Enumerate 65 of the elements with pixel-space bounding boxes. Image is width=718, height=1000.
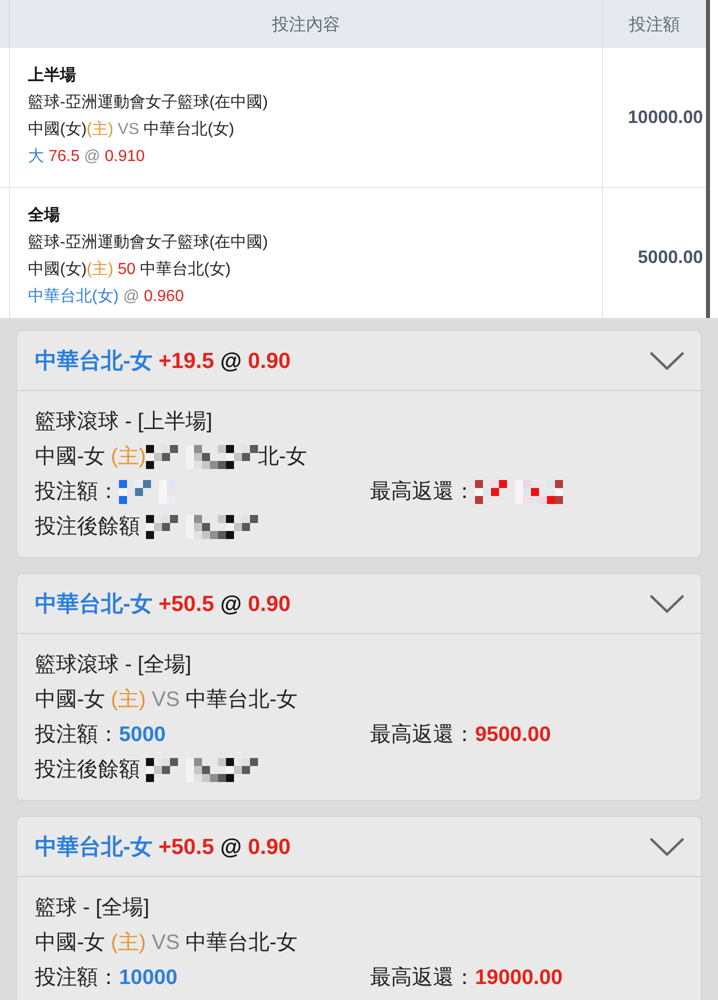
bet-text: 投注後餘額 [35, 758, 140, 781]
bet-text: 投注額： [35, 480, 119, 503]
muted-text: @ [123, 288, 140, 305]
bet-text: 籃球滾球 - [全場] [35, 653, 192, 676]
figure-text: +50.5 [158, 834, 214, 858]
figure-text: 19000.00 [475, 966, 563, 989]
muted-text: VS [152, 931, 180, 954]
bet-text: 中華台北-女 [186, 931, 298, 954]
bet-text: 中國(女) [28, 121, 87, 138]
figure-text: +50.5 [158, 590, 214, 616]
period-label: 上半場 [28, 67, 76, 84]
home-tag: (主) [110, 931, 146, 954]
bet-text: 中華台北(女) [140, 261, 231, 278]
figure-text: 0.90 [248, 834, 291, 858]
home-tag: (主) [86, 261, 114, 278]
bet-text: 中國-女 [35, 931, 105, 954]
scrollbar-thumb[interactable] [706, 0, 710, 318]
stake-amount: 5000.00 [638, 247, 703, 268]
bet-text: 投注額： [35, 723, 119, 746]
bet-text: 籃球-亞洲運動會女子籃球(在中國) [28, 94, 268, 111]
bet-text: 中華台北(女) [144, 121, 234, 138]
figure-text: 0.960 [144, 288, 184, 305]
home-tag: (主) [110, 445, 146, 468]
muted-text: VS [152, 688, 180, 711]
stake-amount: 10000.00 [628, 107, 703, 128]
figure-text: 9500.00 [475, 723, 551, 746]
bet-text: @ [220, 590, 242, 616]
bet-text: 投注額： [35, 966, 119, 989]
bet-text: 最高返還： [370, 480, 475, 503]
home-tag: (主) [86, 121, 114, 138]
bet-text: 中國-女 [35, 445, 105, 468]
selection-text: 10000 [119, 966, 178, 989]
figure-text: 0.90 [248, 348, 291, 372]
chevron-down-icon[interactable] [650, 352, 684, 370]
figure-text: 50 [118, 261, 136, 278]
selection-text: 中華台北-女 [35, 348, 152, 372]
figure-text: 0.90 [248, 590, 291, 616]
bet-text: 中華台北-女 [186, 688, 298, 711]
muted-text: VS [118, 121, 140, 138]
muted-text: @ [84, 148, 100, 165]
bet-text: 投注後餘額 [35, 515, 140, 538]
column-header: 投注內容 [10, 0, 603, 48]
bet-text: 中國(女) [28, 261, 87, 278]
bet-text: 籃球-亞洲運動會女子籃球(在中國) [28, 234, 268, 251]
selection-text: 5000 [119, 723, 166, 746]
bet-text: 北-女 [258, 445, 307, 468]
bet-text: @ [220, 348, 242, 372]
bet-text: 籃球滾球 - [上半場] [35, 410, 212, 433]
selection-text: 中華台北-女 [35, 590, 152, 616]
period-label: 全場 [28, 207, 60, 224]
bet-text: 最高返還： [370, 723, 475, 746]
selection-text: 大 [28, 148, 44, 165]
figure-text: 0.910 [104, 148, 145, 165]
column-header: 投注額 [628, 14, 681, 36]
bet-text: @ [220, 834, 242, 858]
home-tag: (主) [110, 688, 146, 711]
selection-text: 中華台北-女 [35, 834, 152, 858]
figure-text: +19.5 [158, 348, 214, 372]
selection-text: 中華台北(女) [28, 288, 119, 305]
chevron-down-icon[interactable] [650, 594, 684, 612]
chevron-down-icon[interactable] [650, 838, 684, 856]
bet-text: 最高返還： [370, 966, 475, 989]
bet-text: 中國-女 [35, 688, 105, 711]
figure-text: 76.5 [48, 148, 80, 165]
bet-text: 籃球 - [全場] [35, 896, 150, 919]
